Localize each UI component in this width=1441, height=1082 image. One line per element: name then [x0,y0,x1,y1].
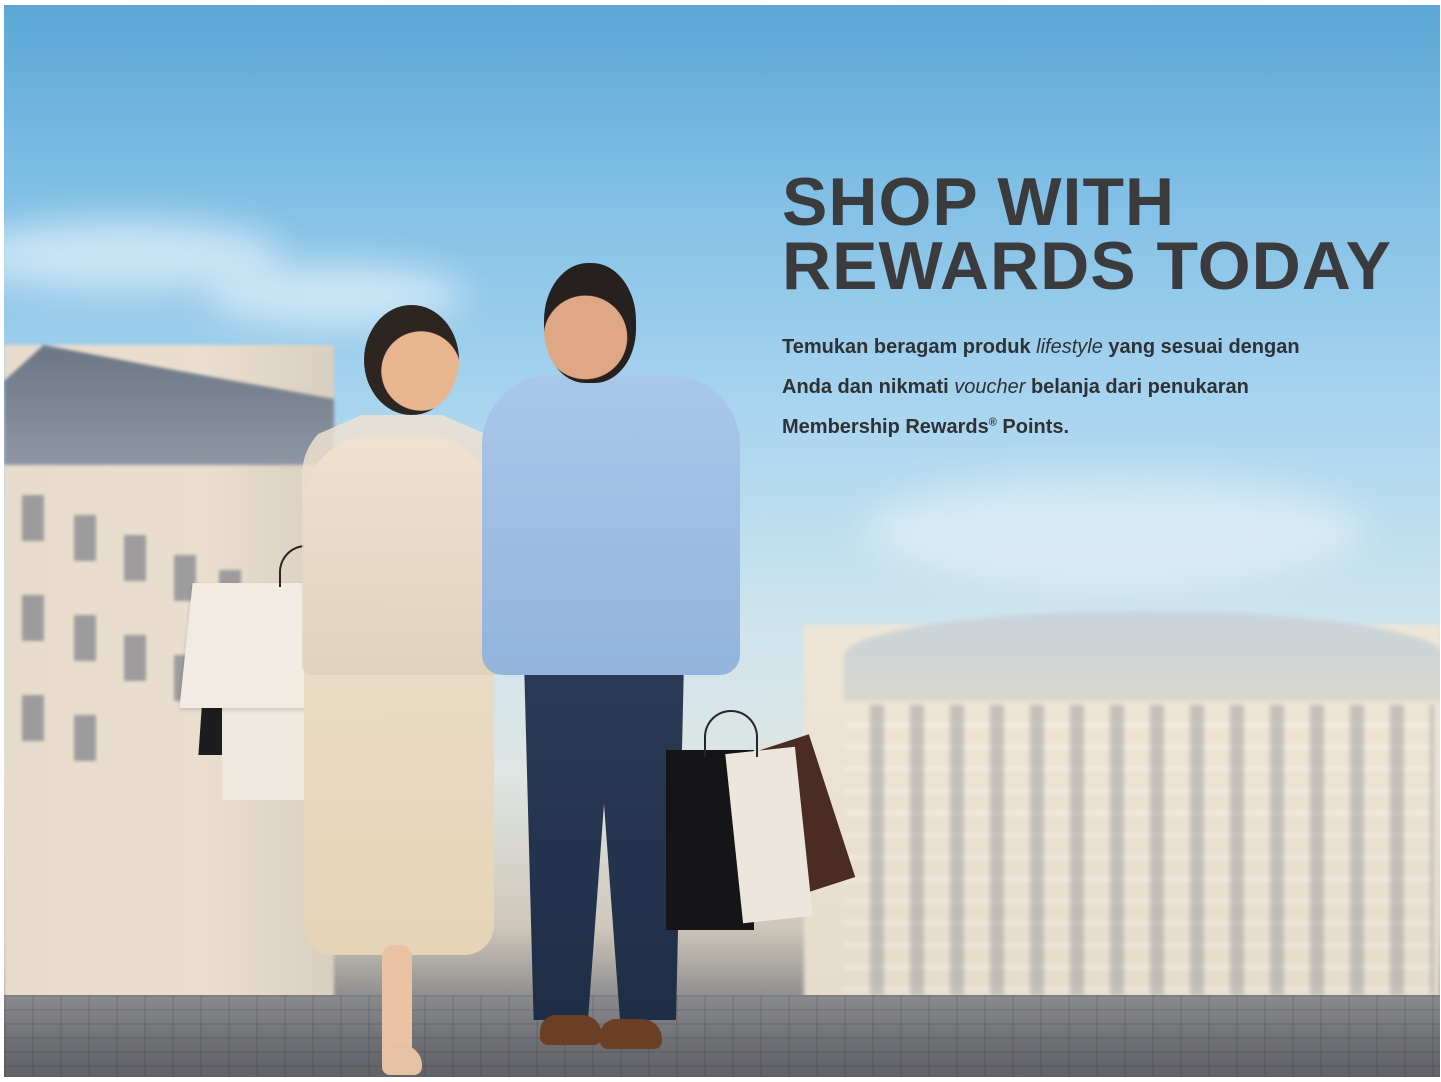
man-shoe-right [600,1019,662,1049]
description-emphasis-voucher: voucher [954,376,1026,398]
hero-headline: SHOP WITH REWARDS TODAY [782,168,1392,300]
description-text: Temukan beragam produk [782,336,1037,358]
description-emphasis-lifestyle: lifestyle [1036,336,1103,358]
woman-head [364,305,459,415]
cloud [864,475,1364,585]
man-jeans [524,660,684,1020]
man-shoe-left [540,1015,602,1045]
bag-handle [704,710,758,757]
headline-line-2: REWARDS TODAY [782,228,1392,304]
background-building-right [804,611,1440,1005]
cobblestone-street [4,995,1440,1077]
man-figure [482,375,740,675]
woman-jacket [302,415,502,675]
man-head [544,263,636,383]
description-text: Points. [996,416,1070,438]
hero-banner: SHOP WITH REWARDS TODAY Temukan beragam … [4,5,1440,1077]
registered-trademark: ® [988,416,997,429]
hero-description: Temukan beragam produk lifestyle yang se… [782,327,1342,447]
